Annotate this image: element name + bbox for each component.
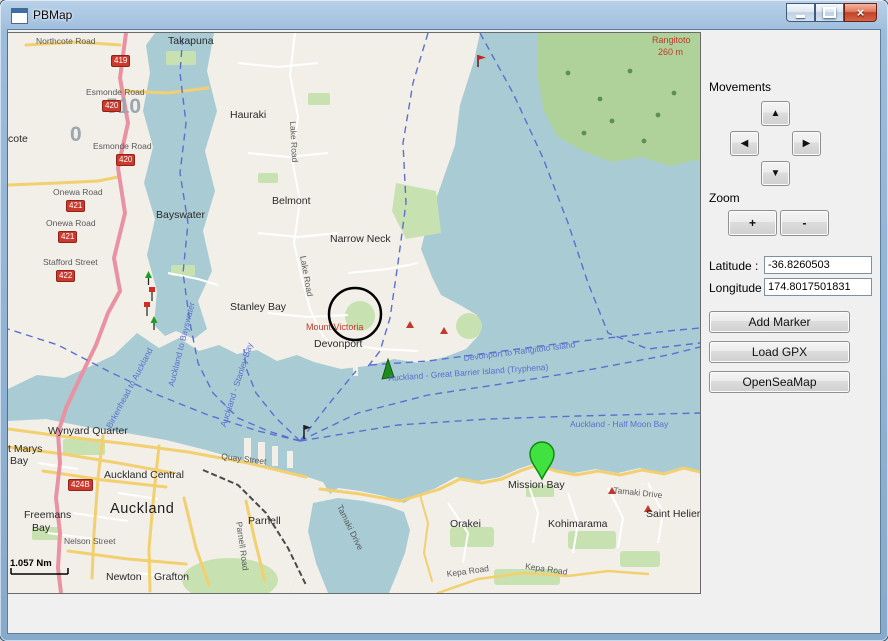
move-down-button[interactable]: ▼ <box>761 161 790 186</box>
app-icon <box>11 8 28 24</box>
left-arrow-icon: ◀ <box>741 138 749 149</box>
longitude-label: Longitude : <box>709 281 768 295</box>
movements-label: Movements <box>709 80 771 94</box>
openseamap-button[interactable]: OpenSeaMap <box>709 371 850 393</box>
add-marker-button[interactable]: Add Marker <box>709 311 850 333</box>
right-arrow-icon: ▶ <box>803 138 811 149</box>
map-graphics <box>8 33 700 593</box>
window-title: PBMap <box>33 8 72 22</box>
title-bar[interactable]: PBMap × <box>0 0 888 30</box>
move-left-button[interactable]: ◀ <box>730 131 759 156</box>
app-window: PBMap × <box>0 0 888 641</box>
minimize-button[interactable] <box>786 3 815 22</box>
up-arrow-icon: ▲ <box>771 108 781 119</box>
close-button[interactable]: × <box>844 3 877 22</box>
latitude-label: Latitude : <box>709 259 758 273</box>
zoom-in-button[interactable]: + <box>728 210 777 236</box>
latitude-input[interactable] <box>764 256 872 274</box>
map-canvas[interactable]: Northcote RoadEsmonde RoadEsmonde RoadOn… <box>8 33 700 593</box>
maximize-button[interactable] <box>815 3 844 22</box>
maximize-icon <box>823 7 836 18</box>
move-right-button[interactable]: ▶ <box>792 131 821 156</box>
load-gpx-button[interactable]: Load GPX <box>709 341 850 363</box>
close-icon: × <box>857 6 865 19</box>
minimize-icon <box>796 15 805 18</box>
down-arrow-icon: ▼ <box>771 168 781 179</box>
zoom-out-button[interactable]: - <box>780 210 829 236</box>
zoom-label: Zoom <box>709 191 740 205</box>
longitude-input[interactable] <box>764 278 872 296</box>
move-up-button[interactable]: ▲ <box>761 101 790 126</box>
